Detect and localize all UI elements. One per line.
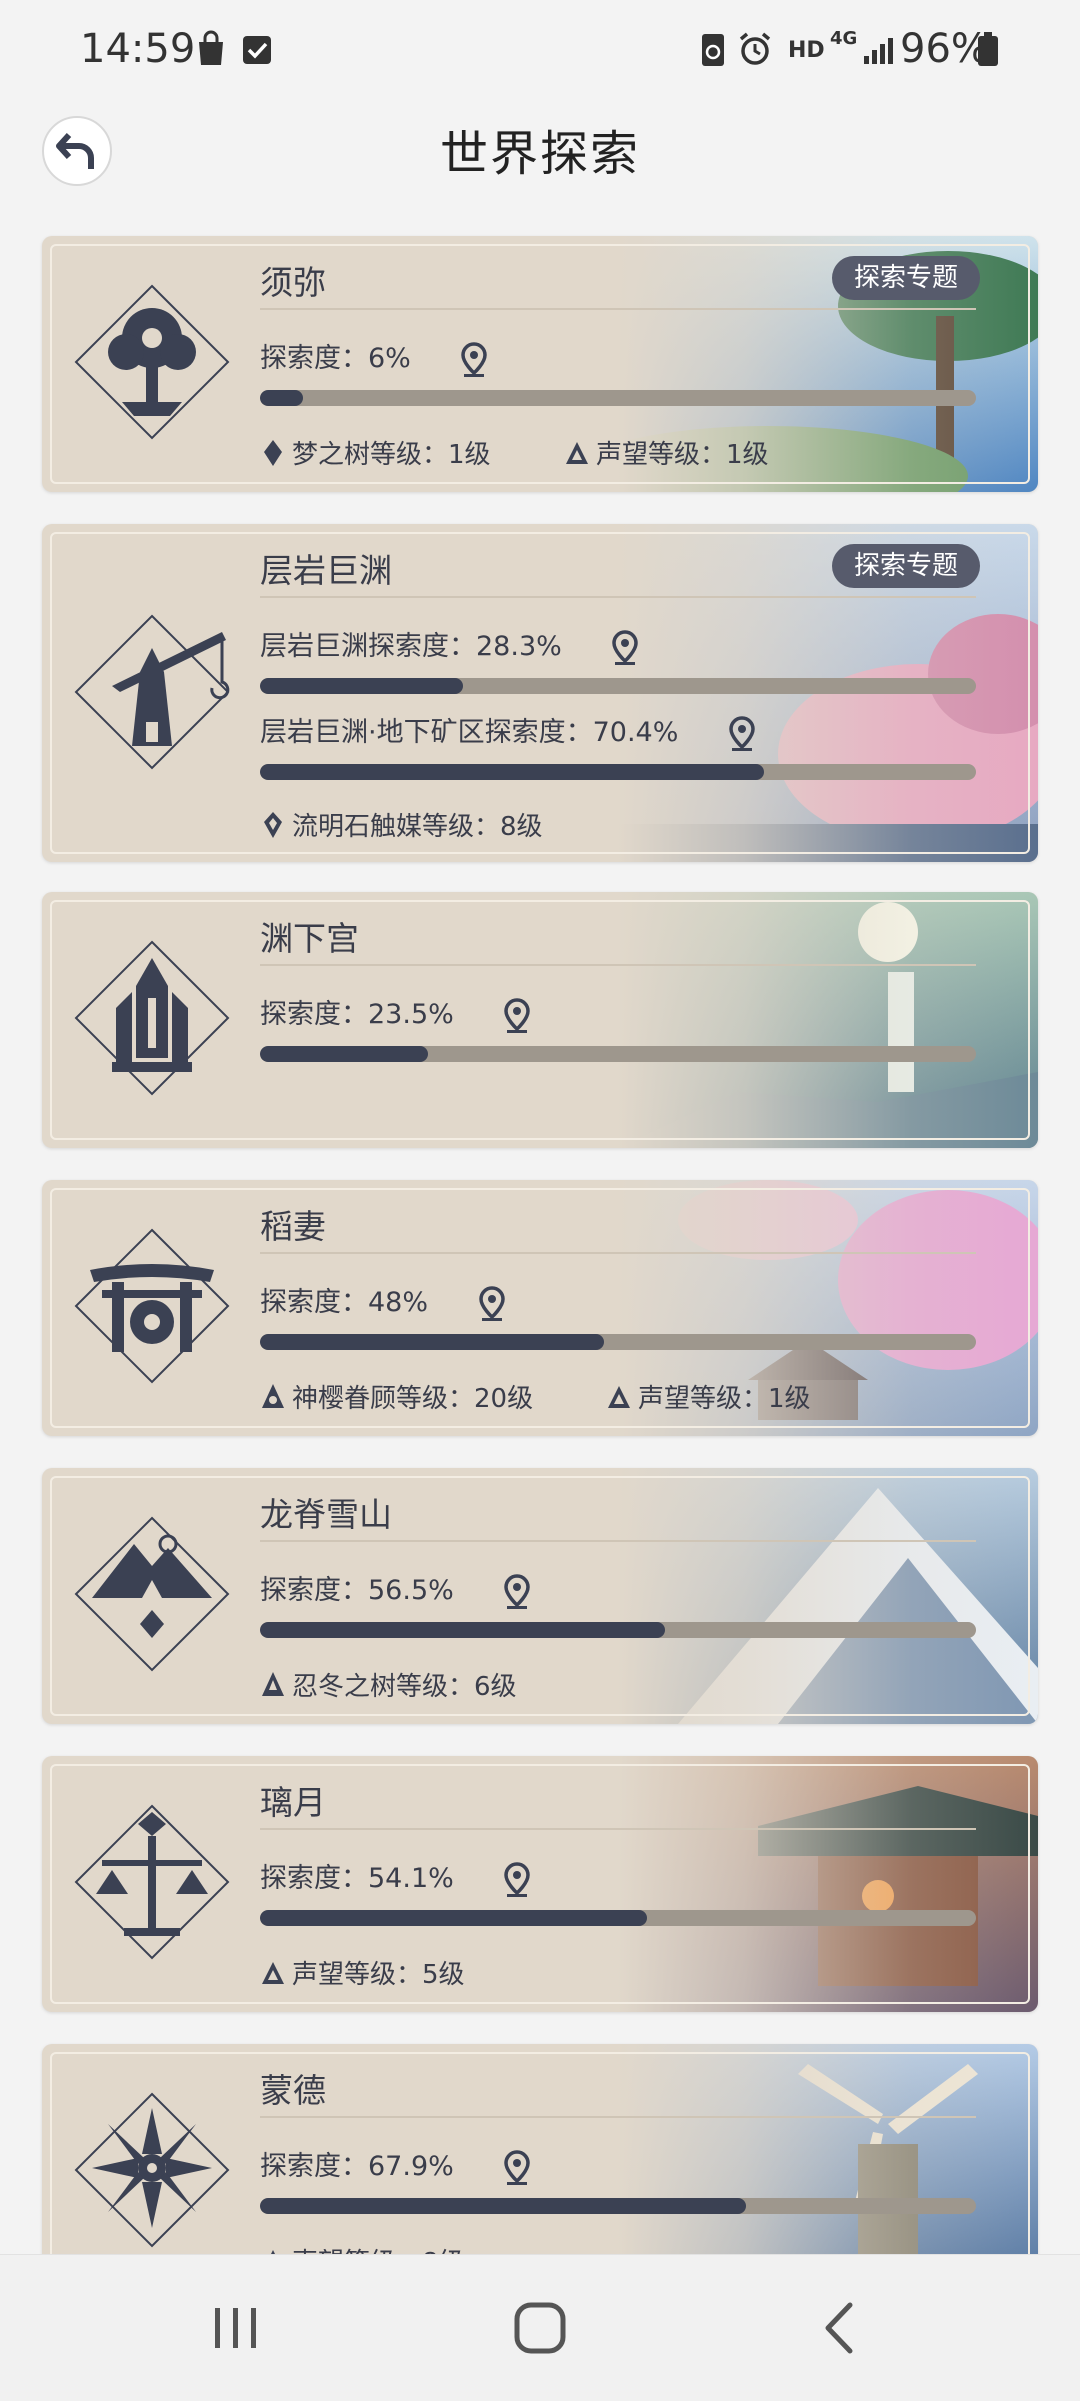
map-pin-icon[interactable] [727,715,757,752]
recents-button[interactable] [196,2295,276,2361]
exploration-label: 探索度：54.1% [260,1856,532,1898]
network-type: 4G [830,28,858,49]
reputation-level: 声望等级：5级 [260,1954,465,1991]
lumenstone-icon [264,811,282,838]
region-name: 须弥 [260,263,326,302]
nav-back-icon [825,2302,853,2354]
status-time: 14:59 [80,26,196,72]
sacred-sakura-level: 神樱眷顾等级：20级 [260,1378,533,1415]
dream-tree-icon [264,439,282,466]
map-pin-icon[interactable] [502,1861,532,1898]
inazuma-emblem-icon [74,1228,230,1384]
exploration-topic-tag[interactable]: 探索专题 [831,544,980,588]
home-icon [514,2302,566,2354]
exploration-progress-bar [260,390,976,406]
region-card-chasm[interactable]: 层岩巨渊 探索专题 层岩巨渊探索度：28.3% 层岩巨渊·地下矿区探索度：70.… [42,524,1038,862]
home-button[interactable] [500,2295,580,2361]
exploration-progress-bar [260,1334,976,1350]
exploration-progress-bar [260,1046,976,1062]
chasm-emblem-icon [74,614,230,770]
region-card-dragonspine[interactable]: 龙脊雪山 探索度：56.5% 忍冬之树等级：6级 [42,1468,1038,1724]
mondstadt-emblem-icon [74,2092,230,2248]
sacred-sakura-icon [262,1383,284,1408]
frostbearing-tree-level: 忍冬之树等级：6级 [260,1666,517,1703]
reputation-level: 声望等级：1级 [606,1378,811,1415]
exploration-progress-bar [260,678,976,694]
dream-tree-level: 梦之树等级：1级 [260,434,491,471]
liyue-emblem-icon [74,1804,230,1960]
exploration-label: 探索度：48% [260,1280,507,1322]
exploration-label: 探索度：56.5% [260,1568,532,1610]
exploration-progress-bar [260,1910,976,1926]
map-pin-icon[interactable] [477,1285,507,1322]
sumeru-emblem-icon [74,284,230,440]
underground-exploration-label: 层岩巨渊·地下矿区探索度：70.4% [260,710,757,752]
recents-icon [215,2308,256,2348]
recycle-icon [702,34,724,66]
region-card-inazuma[interactable]: 稻妻 探索度：48% 神樱眷顾等级：20级 声望等级：1级 [42,1180,1038,1436]
check-square-icon [243,36,271,64]
region-name: 璃月 [260,1783,326,1822]
region-name: 渊下宫 [260,919,359,958]
region-name: 龙脊雪山 [260,1495,392,1534]
map-pin-icon[interactable] [502,997,532,1034]
exploration-label: 层岩巨渊探索度：28.3% [260,624,640,666]
exploration-label: 探索度：6% [260,336,489,378]
region-name: 蒙德 [260,2071,326,2110]
underground-progress-bar [260,764,976,780]
exploration-progress-bar [260,1622,976,1638]
alarm-icon [739,32,771,65]
shopping-bag-icon [199,30,223,65]
map-pin-icon[interactable] [502,2149,532,2186]
page-title: 世界探索 [439,126,640,182]
map-pin-icon[interactable] [459,341,489,378]
dragonspine-emblem-icon [74,1516,230,1672]
map-pin-icon[interactable] [502,1573,532,1610]
region-list[interactable]: 须弥 探索专题 探索度：6% 梦之树等级：1级 声望等级：1级 层岩巨渊 探索专… [0,230,1080,2254]
reputation-icon [270,2249,276,2254]
reputation-level: 声望等级：8级 [260,2242,465,2254]
map-pin-icon[interactable] [610,629,640,666]
header: 世界探索 [0,100,1080,230]
exploration-label: 探索度：23.5% [260,992,532,1034]
frostbearing-tree-icon [262,1671,284,1696]
reputation-icon [608,1385,630,1408]
exploration-label: 探索度：67.9% [260,2144,532,2186]
exploration-topic-tag[interactable]: 探索专题 [831,256,980,300]
enkanomiya-emblem-icon [74,940,230,1096]
reputation-icon [262,1961,284,1984]
hd-indicator: HD [788,38,825,63]
region-name: 稻妻 [260,1207,326,1246]
exploration-progress-bar [260,2198,976,2214]
region-card-liyue[interactable]: 璃月 探索度：54.1% 声望等级：5级 [42,1756,1038,2012]
region-card-sumeru[interactable]: 须弥 探索专题 探索度：6% 梦之树等级：1级 声望等级：1级 [42,236,1038,492]
region-name: 层岩巨渊 [260,551,392,590]
reputation-level: 声望等级：1级 [564,434,769,471]
status-bar: 14:59 HD 4G 96% [0,0,1080,100]
nav-back-button[interactable] [800,2295,880,2361]
battery-icon [978,32,998,66]
signal-icon [864,38,893,64]
system-nav-bar [0,2254,1080,2401]
lumenstone-level: 流明石触媒等级：8级 [260,806,543,843]
region-card-mondstadt[interactable]: 蒙德 探索度：67.9% 声望等级：8级 [42,2044,1038,2254]
reputation-icon [566,441,588,464]
region-card-enkanomiya[interactable]: 渊下宫 探索度：23.5% [42,892,1038,1148]
